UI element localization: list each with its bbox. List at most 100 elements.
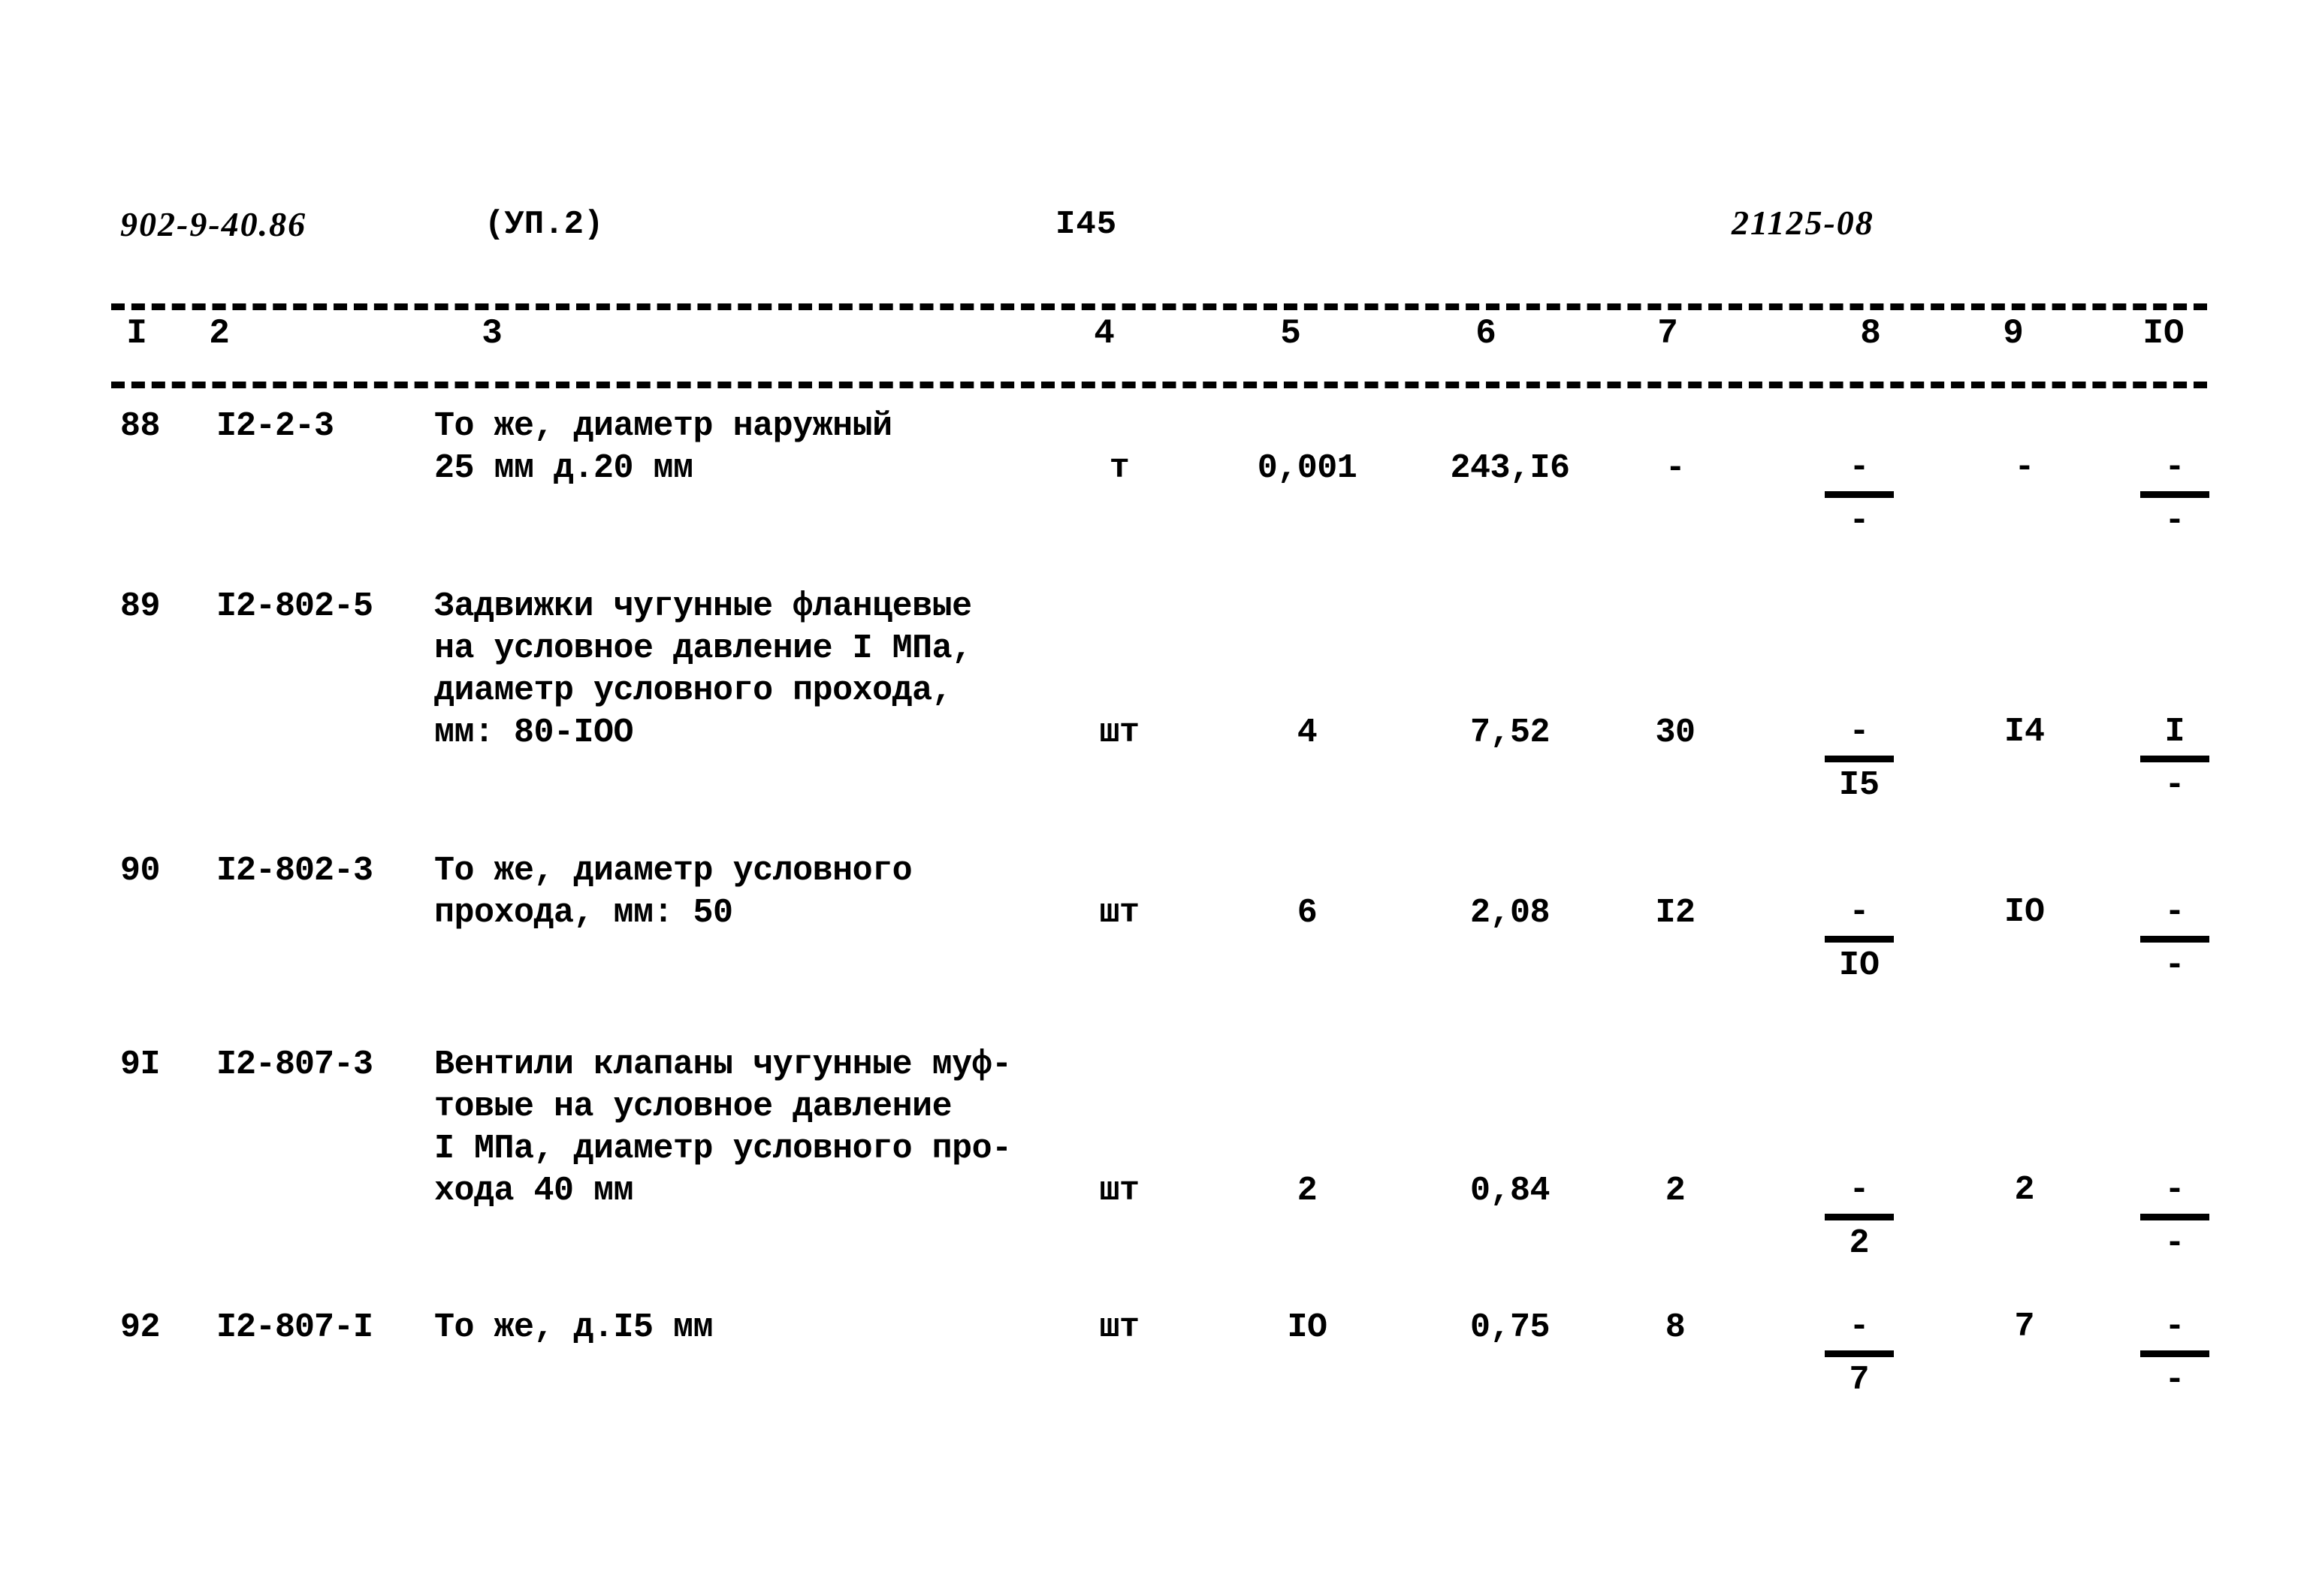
row-number: 89 bbox=[120, 587, 161, 626]
fraction-bar-icon bbox=[1825, 756, 1894, 762]
document-part-label: (УП.2) bbox=[485, 206, 604, 243]
table-row: 89 I2-802-5 Задвижки чугунные фланцевые … bbox=[0, 586, 2307, 811]
row-description: То же, д.I5 мм bbox=[434, 1308, 714, 1347]
row-col10-fraction: - - bbox=[2118, 1172, 2231, 1263]
row-col8-fraction: - IO bbox=[1803, 894, 1916, 985]
row-number: 90 bbox=[120, 852, 161, 890]
row-col8-numerator: - bbox=[1849, 893, 1870, 931]
fraction-bar-icon bbox=[1825, 1214, 1894, 1220]
row-col8-denominator: 2 bbox=[1849, 1224, 1870, 1263]
row-col10-denominator: - bbox=[2164, 1224, 2185, 1263]
row-col8-denominator: - bbox=[1849, 502, 1870, 540]
row-number: 88 bbox=[120, 407, 161, 445]
row-description: То же, диаметр наружный 25 мм д.20 мм bbox=[434, 407, 892, 487]
row-unit: шт bbox=[1099, 1172, 1140, 1210]
row-col10-numerator: - bbox=[2164, 448, 2185, 487]
row-col9-numerator: - bbox=[2014, 448, 2035, 487]
column-number-4: 4 bbox=[1094, 314, 1115, 353]
document-page: 902-9-40.86 (УП.2) I45 21125-08 I 2 3 4 … bbox=[0, 0, 2307, 1596]
fraction-bar-icon bbox=[1825, 1350, 1894, 1357]
row-description: Задвижки чугунные фланцевые на условное … bbox=[434, 587, 972, 752]
row-item-code: I2-802-3 bbox=[216, 852, 373, 890]
table-column-number-row: I 2 3 4 5 6 7 8 9 IO bbox=[0, 314, 2307, 374]
row-mass: 0,75 bbox=[1469, 1308, 1551, 1347]
row-col7: - bbox=[1665, 449, 1686, 487]
fraction-bar-icon bbox=[2140, 936, 2209, 943]
row-col10-fraction: I - bbox=[2118, 714, 2231, 804]
row-col9-value: IO bbox=[1968, 894, 2081, 933]
row-col9-value: 2 bbox=[1968, 1172, 2081, 1211]
row-col10-denominator: - bbox=[2164, 766, 2185, 804]
row-col10-denominator: - bbox=[2164, 502, 2185, 540]
table-row: 88 I2-2-3 То же, диаметр наружный 25 мм … bbox=[0, 406, 2307, 556]
page-number: I45 bbox=[1055, 206, 1118, 243]
table-row: 90 I2-802-3 То же, диаметр условного про… bbox=[0, 850, 2307, 1000]
row-col9-value: 7 bbox=[1968, 1308, 2081, 1347]
table-rule-bottom bbox=[111, 382, 2207, 388]
row-col8-fraction: - 2 bbox=[1803, 1172, 1916, 1263]
fraction-bar-icon bbox=[2140, 756, 2209, 762]
row-col7: 30 bbox=[1655, 714, 1696, 752]
row-col10-fraction: - - bbox=[2118, 449, 2231, 540]
table-row: 9I I2-807-3 Вентили клапаны чугунные муф… bbox=[0, 1044, 2307, 1269]
row-description: Вентили клапаны чугунные муф- товые на у… bbox=[434, 1045, 1012, 1210]
row-col10-numerator: - bbox=[2164, 1308, 2185, 1346]
table-rule-top bbox=[111, 303, 2207, 310]
row-col9-numerator: 2 bbox=[2014, 1171, 2035, 1209]
archive-stamp-number: 21125-08 bbox=[1732, 204, 1874, 242]
fraction-bar-icon bbox=[2140, 491, 2209, 498]
row-mass: 243,I6 bbox=[1450, 449, 1570, 487]
table-row: 92 I2-807-I То же, д.I5 мм шт IO 0,75 8 … bbox=[0, 1307, 2307, 1457]
row-unit: шт bbox=[1099, 1308, 1140, 1347]
row-col8-denominator: I5 bbox=[1838, 766, 1880, 804]
fraction-bar-icon bbox=[1825, 491, 1894, 498]
row-item-code: I2-807-I bbox=[216, 1308, 373, 1347]
row-mass: 0,84 bbox=[1469, 1172, 1551, 1210]
row-col8-numerator: - bbox=[1849, 1308, 1870, 1346]
row-col9-value: I4 bbox=[1968, 714, 2081, 753]
row-col10-numerator: - bbox=[2164, 893, 2185, 931]
row-col8-numerator: - bbox=[1849, 713, 1870, 751]
fraction-bar-icon bbox=[2140, 1350, 2209, 1357]
row-col9-numerator: I4 bbox=[2004, 713, 2045, 751]
column-number-5: 5 bbox=[1280, 314, 1301, 353]
row-col9-numerator: IO bbox=[2004, 893, 2045, 931]
row-col8-denominator: IO bbox=[1838, 946, 1880, 985]
row-col10-denominator: - bbox=[2164, 946, 2185, 985]
row-item-code: I2-807-3 bbox=[216, 1045, 373, 1084]
row-col8-denominator: 7 bbox=[1849, 1361, 1870, 1399]
column-number-1: I bbox=[126, 314, 147, 353]
row-col7: I2 bbox=[1655, 894, 1696, 932]
fraction-bar-icon bbox=[2140, 1214, 2209, 1220]
row-quantity: IO bbox=[1287, 1308, 1327, 1347]
row-col8-fraction: - - bbox=[1803, 449, 1916, 540]
row-col7: 8 bbox=[1665, 1308, 1686, 1347]
row-col9-numerator: 7 bbox=[2014, 1308, 2035, 1346]
row-item-code: I2-802-5 bbox=[216, 587, 373, 626]
row-col10-denominator: - bbox=[2164, 1361, 2185, 1399]
row-col8-fraction: - 7 bbox=[1803, 1308, 1916, 1399]
row-unit: шт bbox=[1099, 894, 1140, 932]
row-quantity: 6 bbox=[1297, 894, 1318, 932]
column-number-2: 2 bbox=[209, 314, 230, 353]
row-quantity: 0,001 bbox=[1257, 449, 1357, 487]
row-number: 9I bbox=[120, 1045, 161, 1084]
row-quantity: 2 bbox=[1297, 1172, 1318, 1210]
document-code: 902-9-40.86 bbox=[120, 205, 307, 243]
row-number: 92 bbox=[120, 1308, 161, 1347]
document-header: 902-9-40.86 (УП.2) I45 21125-08 bbox=[0, 204, 2307, 257]
row-unit: шт bbox=[1099, 714, 1140, 752]
column-number-9: 9 bbox=[2003, 314, 2024, 353]
row-col10-fraction: - - bbox=[2118, 1308, 2231, 1399]
row-col9-value: - bbox=[1968, 449, 2081, 488]
row-mass: 2,08 bbox=[1469, 894, 1551, 932]
row-description: То же, диаметр условного прохода, мм: 50 bbox=[434, 852, 913, 932]
column-number-10: IO bbox=[2142, 314, 2185, 353]
column-number-3: 3 bbox=[482, 314, 503, 353]
row-quantity: 4 bbox=[1297, 714, 1318, 752]
column-number-6: 6 bbox=[1475, 314, 1496, 353]
row-item-code: I2-2-3 bbox=[216, 407, 334, 445]
table-body: 88 I2-2-3 То же, диаметр наружный 25 мм … bbox=[0, 406, 2307, 1457]
row-col8-numerator: - bbox=[1849, 1171, 1870, 1209]
row-col8-fraction: - I5 bbox=[1803, 714, 1916, 804]
